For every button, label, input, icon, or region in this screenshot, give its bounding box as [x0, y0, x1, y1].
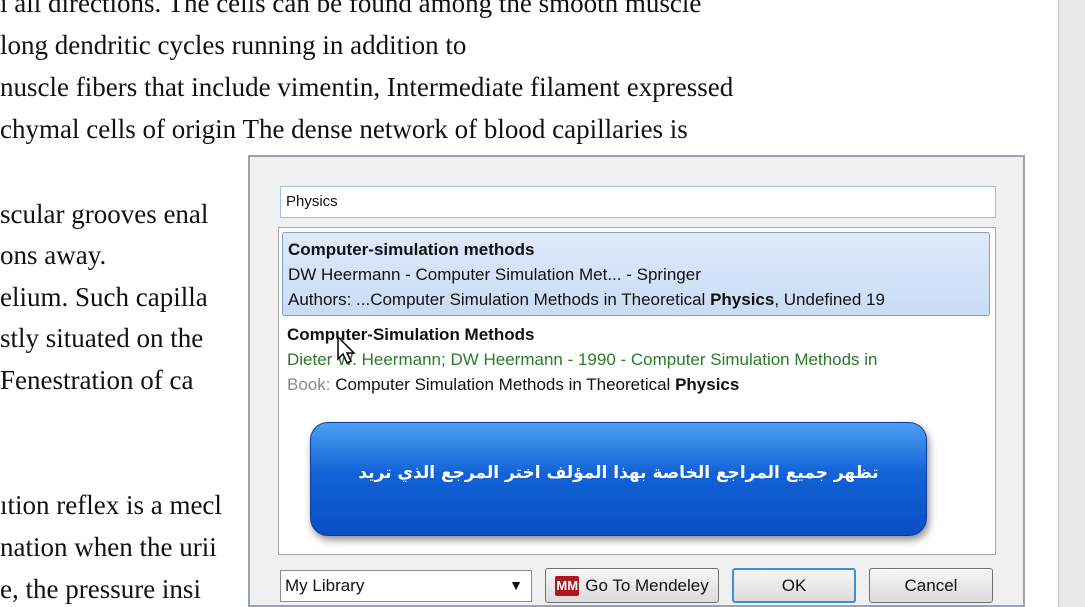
doc-line: elium. Such capilla	[0, 282, 208, 312]
result-title: Computer-Simulation Methods	[287, 325, 535, 344]
library-select-value: My Library	[285, 576, 365, 595]
result-details: Authors: ...Computer Simulation Methods …	[288, 290, 885, 309]
ok-button[interactable]: OK	[732, 568, 856, 603]
result-authors: DW Heermann - Computer Simulation Met...…	[288, 265, 701, 284]
vertical-scrollbar[interactable]	[1058, 0, 1085, 607]
doc-line: chymal cells of origin The dense network…	[0, 114, 688, 144]
annotation-text: تظهر جميع المراجع الخاصة بهذا المؤلف اخت…	[358, 463, 879, 483]
mendeley-icon: MM	[555, 575, 580, 596]
cancel-button[interactable]: Cancel	[869, 568, 993, 603]
chevron-down-icon: ▼	[509, 577, 523, 593]
insert-citation-dialog: Physics Computer-simulation methods DW H…	[248, 155, 1025, 607]
doc-line: scular grooves enal	[0, 199, 209, 229]
result-authors: Dieter W. Heermann; DW Heermann - 1990 -…	[287, 350, 878, 369]
search-input[interactable]: Physics	[280, 186, 996, 218]
doc-line: stly situated on the	[0, 323, 204, 353]
go-to-mendeley-button[interactable]: MM Go To Mendeley	[545, 568, 719, 603]
list-item[interactable]: Computer-Simulation Methods Dieter W. He…	[282, 318, 990, 402]
list-item[interactable]: Computer-simulation methods DW Heermann …	[282, 232, 990, 316]
annotation-callout: تظهر جميع المراجع الخاصة بهذا المؤلف اخت…	[310, 422, 927, 536]
doc-line: ıtion reflex is a mecl	[0, 490, 222, 520]
mouse-cursor-icon	[337, 336, 356, 365]
doc-line: e, the pressure insi	[0, 574, 201, 604]
go-to-mendeley-label: Go To Mendeley	[585, 575, 709, 595]
result-details: Book: Computer Simulation Methods in The…	[287, 375, 740, 394]
doc-line: nuscle fibers that include vimentin, Int…	[0, 72, 734, 102]
doc-line: ons away.	[0, 240, 107, 270]
doc-line: ı all directions. The cells can be found…	[0, 0, 702, 18]
doc-line: nation when the urii	[0, 532, 217, 562]
doc-line: Fenestration of ca	[0, 365, 194, 395]
result-title: Computer-simulation methods	[288, 240, 535, 259]
library-select[interactable]: My Library ▼	[280, 570, 532, 602]
doc-line: long dendritic cycles running in additio…	[0, 30, 467, 60]
